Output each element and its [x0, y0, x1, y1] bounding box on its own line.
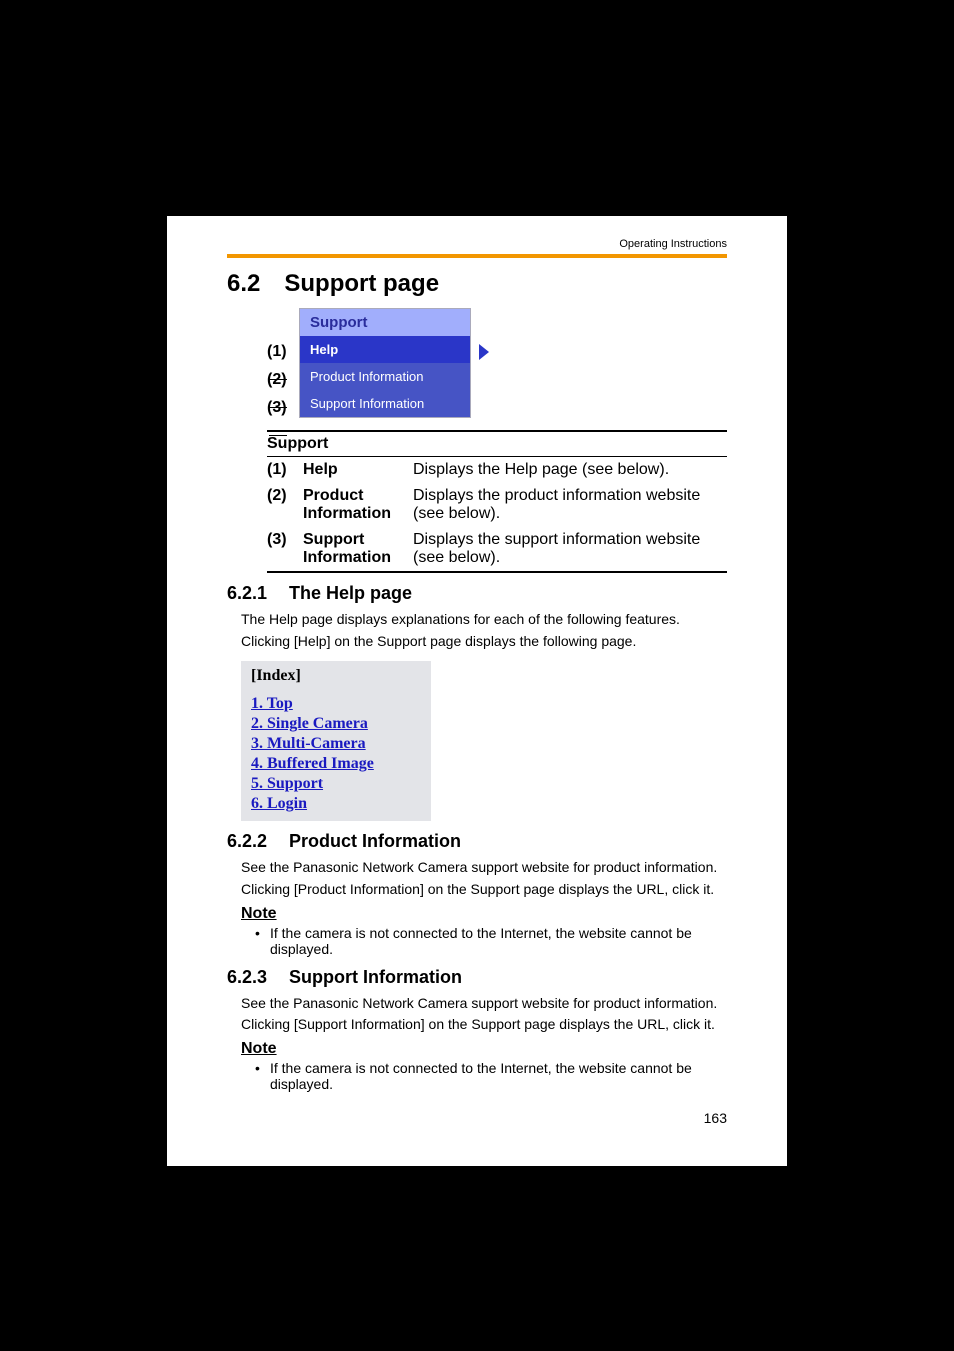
menu-item-help[interactable]: Help — [300, 336, 470, 363]
heading-text: Product Information — [289, 831, 461, 852]
row-name: Support Information — [303, 531, 413, 567]
paragraph: The Help page displays explanations for … — [241, 610, 727, 629]
index-link-support[interactable]: 5. Support — [251, 775, 421, 793]
row-desc: Displays the product information website… — [413, 487, 727, 523]
paragraph: Clicking [Help] on the Support page disp… — [241, 632, 727, 651]
support-menu-figure: (1) (2) (3) Support Help Product Informa… — [267, 308, 727, 422]
heading-number: 6.2 — [227, 270, 260, 298]
note-text: If the camera is not connected to the In… — [270, 925, 727, 957]
index-link-single-camera[interactable]: 2. Single Camera — [251, 715, 421, 733]
heading-number: 6.2.3 — [227, 967, 267, 988]
support-menu: Support Help Product Information Support… — [299, 308, 471, 418]
heading-text: The Help page — [289, 583, 412, 604]
bullet-icon: • — [255, 925, 270, 957]
row-name: Help — [303, 461, 413, 479]
header-rule — [227, 254, 727, 258]
running-header: Operating Instructions — [227, 238, 727, 250]
heading-text: Support page — [284, 270, 439, 298]
section-heading-6-2-3: 6.2.3 Support Information — [227, 967, 727, 988]
callout-1: (1) — [267, 338, 299, 366]
heading-text: Support Information — [289, 967, 462, 988]
section-heading-6-2-2: 6.2.2 Product Information — [227, 831, 727, 852]
page-number: 163 — [227, 1110, 727, 1126]
row-name: Product Information — [303, 487, 413, 523]
row-desc: Displays the Help page (see below). — [413, 461, 727, 479]
menu-item-support-information[interactable]: Support Information — [300, 390, 470, 417]
index-title: [Index] — [251, 667, 421, 685]
index-link-top[interactable]: 1. Top — [251, 695, 421, 713]
paragraph: Clicking [Support Information] on the Su… — [241, 1015, 727, 1034]
note-label: Note — [241, 905, 727, 923]
section-heading-6-2-1: 6.2.1 The Help page — [227, 583, 727, 604]
note-label: Note — [241, 1040, 727, 1058]
note-bullet: • If the camera is not connected to the … — [255, 1060, 727, 1092]
paragraph: See the Panasonic Network Camera support… — [241, 858, 727, 877]
heading-number: 6.2.1 — [227, 583, 267, 604]
note-text: If the camera is not connected to the In… — [270, 1060, 727, 1092]
row-desc: Displays the support information website… — [413, 531, 727, 567]
bullet-icon: • — [255, 1060, 270, 1092]
document-page: Operating Instructions 6.2 Support page … — [167, 216, 787, 1166]
play-arrow-icon — [471, 338, 497, 366]
row-number: (3) — [267, 531, 303, 567]
table-row: (2) Product Information Displays the pro… — [267, 483, 727, 527]
support-items-table: Support (1) Help Displays the Help page … — [267, 430, 727, 573]
note-bullet: • If the camera is not connected to the … — [255, 925, 727, 957]
callout-labels: (1) (2) (3) — [267, 308, 299, 422]
table-heading: Support — [267, 432, 727, 456]
help-index-figure: [Index] 1. Top 2. Single Camera 3. Multi… — [241, 661, 431, 821]
row-number: (1) — [267, 461, 303, 479]
index-link-login[interactable]: 6. Login — [251, 795, 421, 813]
paragraph: See the Panasonic Network Camera support… — [241, 994, 727, 1013]
row-number: (2) — [267, 487, 303, 523]
heading-number: 6.2.2 — [227, 831, 267, 852]
index-link-multi-camera[interactable]: 3. Multi-Camera — [251, 735, 421, 753]
callout-2: (2) — [267, 366, 299, 394]
paragraph: Clicking [Product Information] on the Su… — [241, 880, 727, 899]
menu-item-product-information[interactable]: Product Information — [300, 363, 470, 390]
menu-title: Support — [300, 309, 470, 336]
callout-3: (3) — [267, 394, 299, 422]
section-heading-6-2: 6.2 Support page — [227, 270, 727, 298]
table-row: (1) Help Displays the Help page (see bel… — [267, 457, 727, 483]
index-link-buffered-image[interactable]: 4. Buffered Image — [251, 755, 421, 773]
table-row: (3) Support Information Displays the sup… — [267, 527, 727, 571]
